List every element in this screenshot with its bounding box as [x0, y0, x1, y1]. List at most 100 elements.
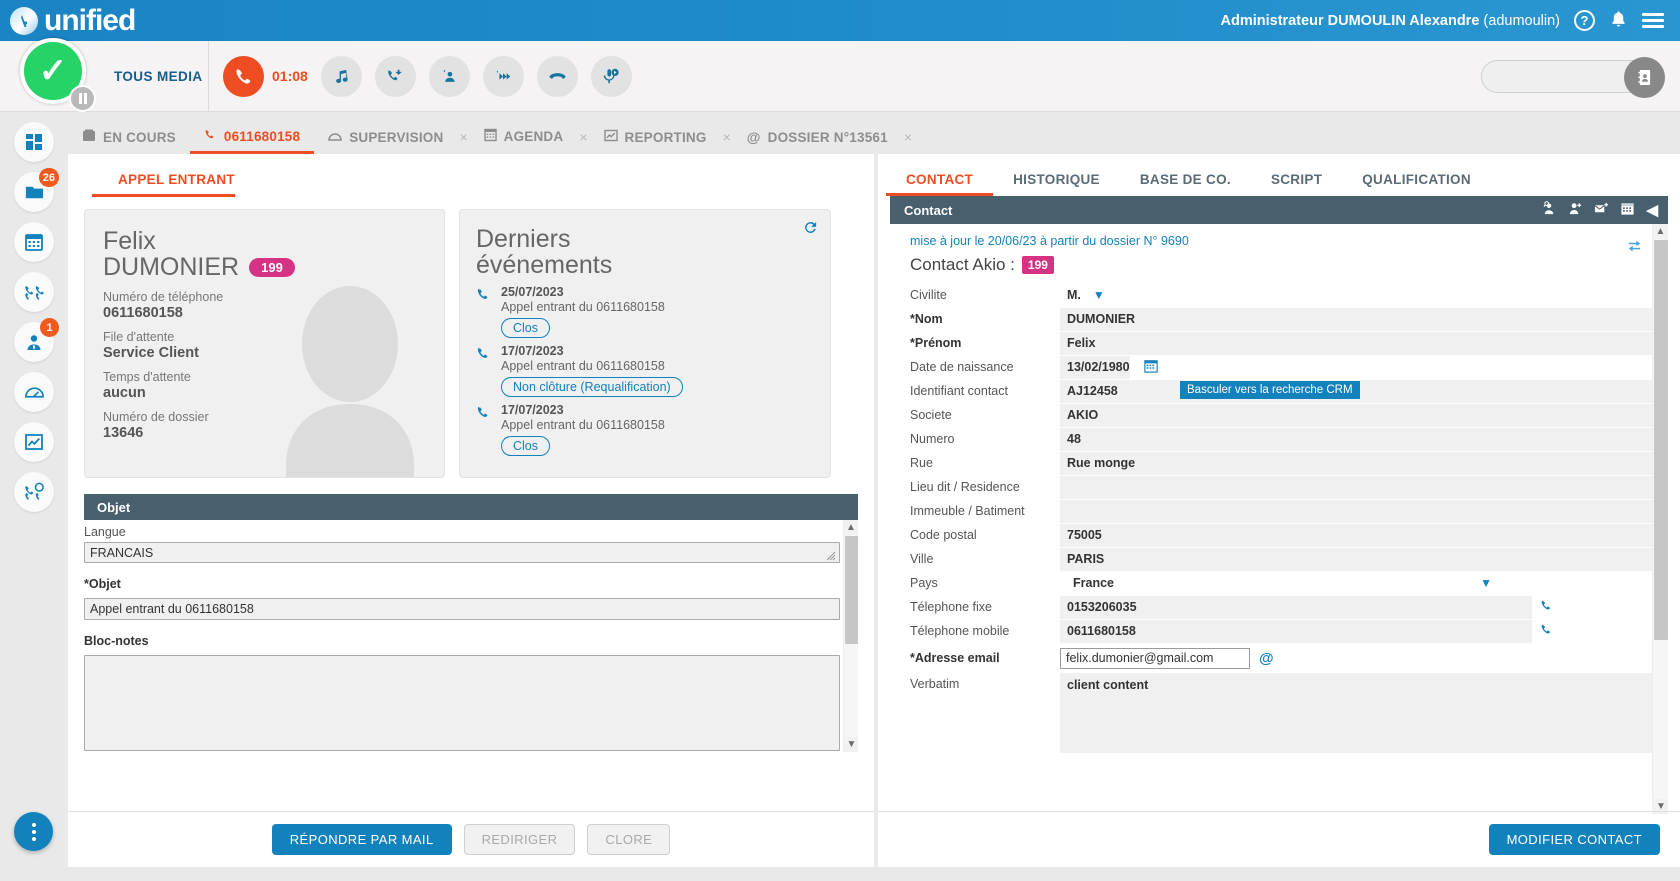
record-call-icon[interactable]: [590, 55, 632, 97]
email-field[interactable]: [1060, 647, 1250, 669]
close-button[interactable]: CLORE: [587, 824, 671, 855]
tab-supervision[interactable]: SUPERVISION: [314, 129, 457, 154]
attach-contact-icon[interactable]: [1594, 201, 1609, 220]
event-item[interactable]: 17/07/2023 Appel entrant du 0611680158 N…: [476, 344, 830, 397]
objet-form: Langue *Objet Bloc-notes: [84, 525, 858, 752]
phone-active-icon[interactable]: [223, 55, 264, 97]
scroll-up-arrow-icon[interactable]: ▲: [1653, 224, 1668, 239]
tab-base-de-co[interactable]: BASE DE CO.: [1120, 172, 1251, 196]
forward-call-icon[interactable]: [482, 55, 524, 97]
scroll-thumb[interactable]: [1654, 240, 1668, 640]
objet-scrollbar[interactable]: ▲ ▼: [843, 520, 858, 752]
search-contact-icon[interactable]: [1542, 200, 1557, 220]
field-value[interactable]: Felix: [1060, 331, 1652, 355]
contact-akio-header: Contact Akio : 199: [898, 248, 1652, 283]
verbatim-value[interactable]: client content: [1060, 673, 1652, 753]
add-contact-icon[interactable]: [1568, 201, 1583, 220]
tab-reporting[interactable]: REPORTING: [590, 129, 721, 154]
sidebar-item-call-settings[interactable]: [14, 472, 54, 512]
calendar-icon[interactable]: [1143, 359, 1158, 376]
field-value[interactable]: AKIO: [1060, 403, 1652, 427]
close-tab-reporting[interactable]: ×: [721, 129, 733, 154]
contact-update-line[interactable]: mise à jour le 20/06/23 à partir du doss…: [898, 234, 1652, 248]
calendar-icon[interactable]: [1620, 201, 1635, 220]
field-value: France: [1073, 576, 1114, 590]
field-row-numero: Numero 48: [898, 427, 1652, 451]
hamburger-menu-icon[interactable]: [1642, 13, 1664, 28]
field-value[interactable]: PARIS: [1060, 547, 1652, 571]
transfer-call-icon[interactable]: [374, 55, 416, 97]
scroll-thumb[interactable]: [845, 536, 858, 644]
collapse-panel-icon[interactable]: ◀: [1646, 201, 1658, 219]
modify-contact-button[interactable]: MODIFIER CONTACT: [1488, 824, 1660, 855]
blocnotes-textarea[interactable]: [84, 655, 840, 751]
event-item[interactable]: 17/07/2023 Appel entrant du 0611680158 C…: [476, 403, 830, 456]
close-tab-dossier[interactable]: ×: [902, 129, 914, 154]
field-value[interactable]: 13/02/1980: [1060, 355, 1130, 379]
sidebar-item-call-flow[interactable]: [14, 272, 54, 312]
field-row-civilite: Civilite M. ▼: [898, 283, 1652, 307]
tab-contact[interactable]: CONTACT: [886, 172, 994, 196]
current-user: Administrateur DUMOULIN Alexandre (adumo…: [1221, 13, 1561, 29]
close-tab-supervision[interactable]: ×: [457, 129, 469, 154]
tab-script[interactable]: SCRIPT: [1251, 172, 1342, 196]
tab-label: AGENDA: [503, 129, 564, 144]
reply-by-mail-button[interactable]: RÉPONDRE PAR MAIL: [271, 824, 452, 855]
sidebar-item-supervision[interactable]: [14, 372, 54, 412]
tab-call-0611680158[interactable]: 0611680158: [189, 128, 315, 154]
more-options-fab[interactable]: [14, 812, 53, 851]
tab-agenda[interactable]: AGENDA: [470, 128, 578, 154]
langue-input[interactable]: [84, 542, 840, 563]
field-row-rue: Rue Rue monge: [898, 451, 1652, 475]
call-phone-icon[interactable]: [1540, 599, 1554, 616]
objet-input[interactable]: [84, 598, 840, 620]
field-value[interactable]: 0611680158: [1060, 619, 1532, 643]
contact-scrollbar[interactable]: ▲ ▼: [1652, 224, 1668, 814]
field-label: Télephone mobile: [910, 624, 1010, 638]
tab-historique[interactable]: HISTORIQUE: [993, 172, 1120, 196]
field-value[interactable]: Rue monge: [1060, 451, 1652, 475]
field-label: Pays: [910, 576, 938, 590]
close-tab-agenda[interactable]: ×: [577, 129, 589, 154]
hold-music-icon[interactable]: [320, 55, 362, 97]
consult-agent-icon[interactable]: [428, 55, 470, 97]
field-value[interactable]: 0153206035: [1060, 595, 1532, 619]
hangup-icon[interactable]: [536, 55, 578, 97]
civilite-select[interactable]: M. ▼: [1060, 284, 1652, 307]
field-label: Code postal: [910, 528, 977, 542]
sidebar-item-agent[interactable]: 1: [14, 318, 59, 362]
field-value[interactable]: [1060, 499, 1652, 523]
customer-card: Felix DUMONIER 199 Numéro de téléphone 0…: [84, 209, 445, 478]
tab-qualification[interactable]: QUALIFICATION: [1342, 172, 1491, 196]
field-value[interactable]: [1060, 475, 1652, 499]
last-events-card: Derniers événements 25/07/2023 Appel ent…: [459, 209, 831, 478]
scroll-up-arrow-icon[interactable]: ▲: [844, 520, 858, 535]
pays-select[interactable]: France ▼: [1060, 572, 1652, 595]
field-value[interactable]: DUMONIER: [1060, 307, 1652, 331]
refresh-icon[interactable]: [803, 220, 818, 239]
event-description: Appel entrant du 0611680158: [501, 358, 665, 373]
sidebar-item-reporting[interactable]: [14, 422, 54, 462]
scroll-down-arrow-icon[interactable]: ▼: [844, 737, 858, 752]
tab-en-cours[interactable]: EN COURS: [68, 129, 190, 154]
field-row-pays: Pays France ▼: [898, 571, 1652, 595]
sidebar-item-folder[interactable]: 26: [14, 168, 59, 212]
help-icon[interactable]: ?: [1574, 10, 1595, 31]
field-label: Societe: [910, 408, 952, 422]
field-value[interactable]: 75005: [1060, 523, 1652, 547]
search-contact-box[interactable]: [1481, 56, 1665, 98]
pause-icon[interactable]: [69, 84, 96, 112]
tab-dossier[interactable]: @ DOSSIER N°13561: [733, 129, 902, 154]
call-phone-icon[interactable]: [1540, 623, 1554, 640]
sidebar-item-dashboard[interactable]: [14, 122, 54, 162]
brand-logo[interactable]: unified: [0, 5, 136, 36]
sidebar-item-calendar[interactable]: [14, 222, 54, 262]
send-email-icon[interactable]: @: [1259, 650, 1274, 667]
redirect-button[interactable]: REDIRIGER: [463, 824, 576, 855]
field-value[interactable]: 48: [1060, 427, 1652, 451]
contact-directory-icon[interactable]: [1624, 56, 1665, 98]
event-item[interactable]: 25/07/2023 Appel entrant du 0611680158 C…: [476, 285, 830, 338]
agent-status-control[interactable]: ✓: [0, 37, 112, 112]
notification-bell-icon[interactable]: [1609, 9, 1628, 33]
field-row-immeuble: Immeuble / Batiment: [898, 499, 1652, 523]
